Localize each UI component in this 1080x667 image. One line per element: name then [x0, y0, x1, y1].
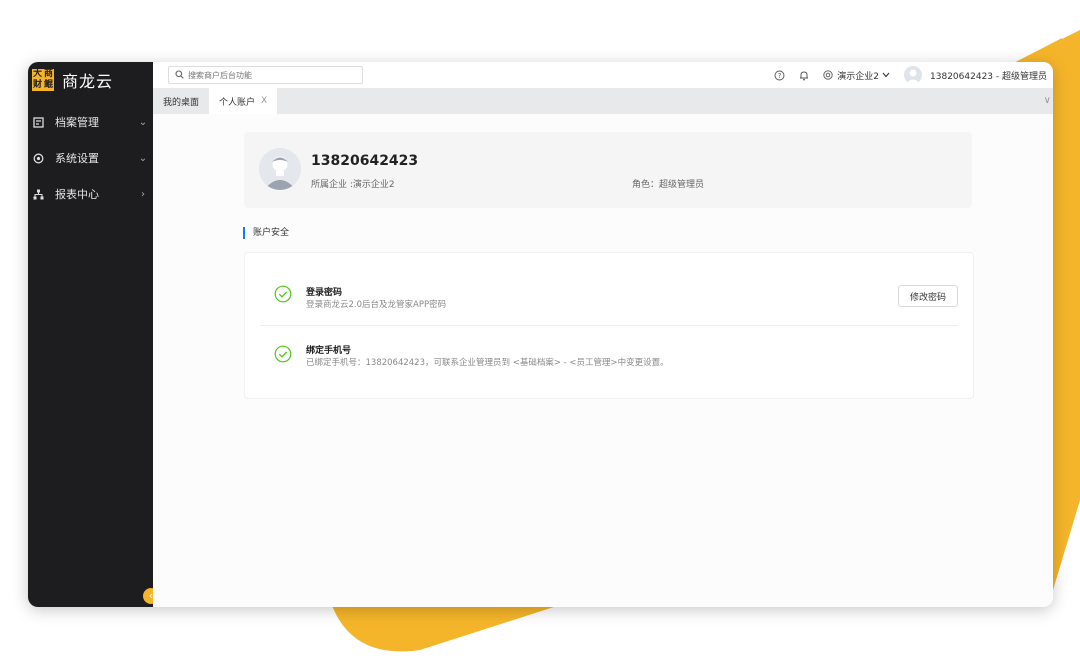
enterprise-switcher[interactable]: 演示企业2 [823, 69, 890, 82]
security-item-title: 登录密码 [306, 288, 343, 298]
section-title: 账户安全 [243, 227, 289, 239]
sidebar: 大 商 财 鲲 商龙云 档案管理 ⌄ 系统设置 ⌄ 报表中心 › ‹ [28, 62, 159, 607]
org-chart-icon [32, 188, 44, 200]
chevron-down-icon: ⌄ [138, 116, 148, 128]
close-icon[interactable]: X [261, 96, 267, 106]
logo[interactable]: 大 商 财 鲲 商龙云 [32, 68, 113, 92]
tab-personal-account[interactable]: 个人账户 X [209, 88, 278, 114]
sidebar-item-label: 档案管理 [55, 116, 99, 129]
check-circle-icon [274, 345, 292, 363]
document-icon [32, 116, 44, 128]
tab-my-desktop[interactable]: 我的桌面 [153, 88, 209, 114]
logo-char: 鲲 [43, 80, 53, 90]
topbar-actions: ? 演示企业2 13820642423 - 超级管理员 [774, 62, 1047, 88]
help-icon[interactable]: ? [774, 70, 785, 81]
search-icon [175, 69, 184, 81]
tab-label: 我的桌面 [163, 97, 200, 108]
logo-char: 大 [32, 69, 42, 79]
tab-label: 个人账户 [219, 97, 256, 108]
check-circle-icon [274, 285, 292, 303]
profile-name: 13820642423 [311, 153, 419, 169]
sidebar-nav: 档案管理 ⌄ 系统设置 ⌄ 报表中心 › [28, 104, 153, 212]
svg-text:?: ? [778, 72, 782, 80]
security-panel: 登录密码 登录商龙云2.0后台及龙管家APP密码 修改密码 绑定手机号 已绑定手… [244, 252, 974, 399]
search-input[interactable] [184, 70, 358, 80]
user-avatar[interactable] [904, 66, 923, 84]
profile-enterprise: 所属企业 :演示企业2 [311, 180, 395, 190]
profile-avatar [259, 148, 301, 190]
chevron-down-icon [882, 72, 890, 78]
security-item-title: 绑定手机号 [306, 346, 352, 356]
user-name[interactable]: 13820642423 - 超级管理员 [930, 69, 1047, 82]
profile-role: 角色：超级管理员 [632, 180, 705, 190]
chevron-right-icon: › [141, 188, 145, 200]
search-box[interactable] [168, 66, 363, 84]
profile-card: 13820642423 所属企业 :演示企业2 角色：超级管理员 [244, 132, 972, 208]
logo-mark: 大 商 财 鲲 [32, 69, 54, 91]
security-row-phone: 绑定手机号 已绑定手机号：13820642423，可联系企业管理员到 <基础档案… [260, 325, 958, 397]
security-item-desc: 已绑定手机号：13820642423，可联系企业管理员到 <基础档案> - <员… [306, 358, 669, 368]
sidebar-item-label: 报表中心 [55, 188, 99, 201]
change-password-button[interactable]: 修改密码 [898, 285, 958, 307]
enterprise-icon [823, 70, 833, 80]
enterprise-name: 演示企业2 [837, 71, 880, 82]
logo-char: 财 [32, 80, 42, 90]
security-item-desc: 登录商龙云2.0后台及龙管家APP密码 [306, 300, 447, 310]
tab-bar: 我的桌面 个人账户 X ∨ [153, 88, 1053, 114]
tabs-more-icon[interactable]: ∨ [1044, 95, 1051, 106]
topbar: ? 演示企业2 13820642423 - 超级管理员 [153, 62, 1053, 88]
brand-name: 商龙云 [62, 72, 114, 91]
logo-char: 商 [43, 69, 53, 79]
security-row-password: 登录密码 登录商龙云2.0后台及龙管家APP密码 修改密码 [260, 253, 958, 326]
app-window: 大 商 财 鲲 商龙云 档案管理 ⌄ 系统设置 ⌄ 报表中心 › ‹ 搜索商户后… [28, 62, 1053, 607]
chevron-down-icon: ⌄ [138, 152, 148, 164]
sidebar-item-reports[interactable]: 报表中心 › [28, 176, 153, 212]
sidebar-item-label: 系统设置 [55, 152, 99, 165]
settings-icon [32, 152, 44, 164]
sidebar-item-settings[interactable]: 系统设置 ⌄ [28, 140, 153, 176]
main-content: 13820642423 所属企业 :演示企业2 角色：超级管理员 账户安全 登录… [153, 114, 1053, 607]
bell-icon[interactable] [799, 70, 809, 81]
sidebar-item-archive[interactable]: 档案管理 ⌄ [28, 104, 153, 140]
